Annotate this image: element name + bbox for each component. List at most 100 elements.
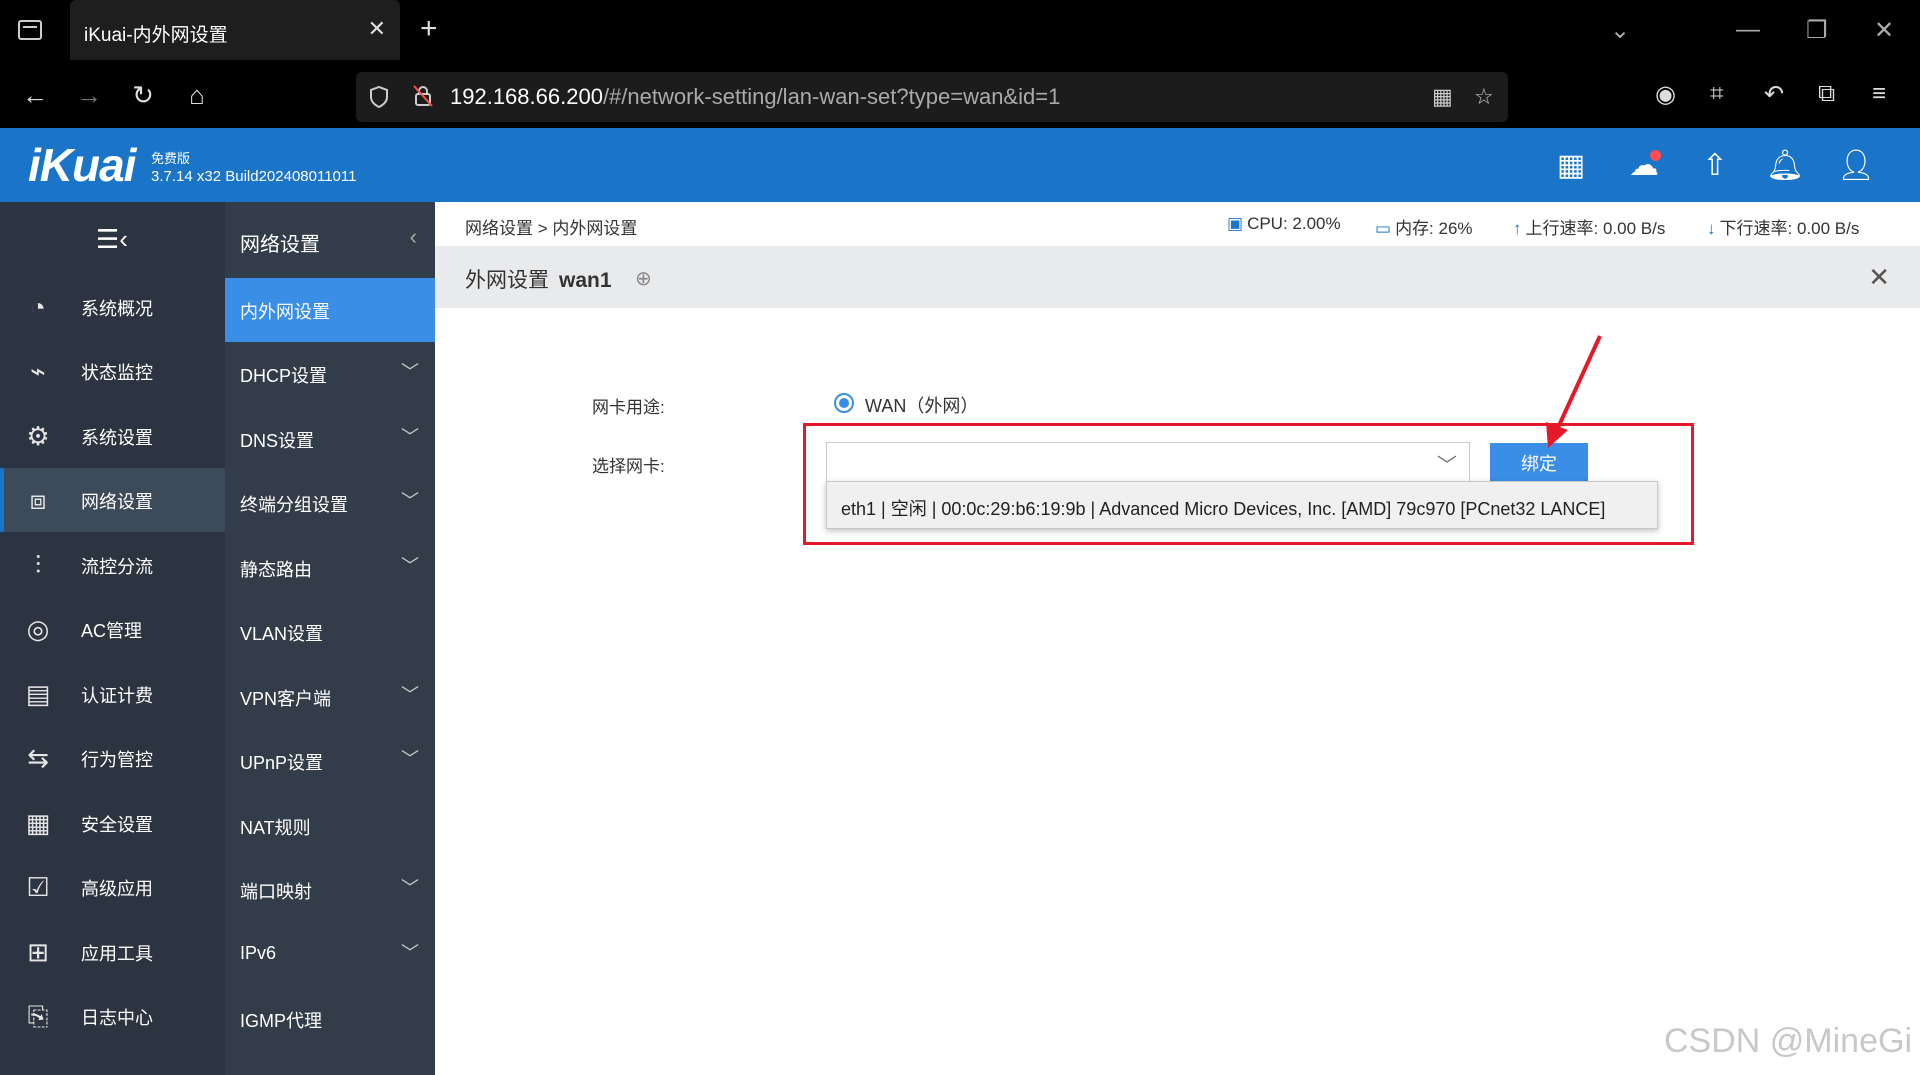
reload-icon[interactable]: ↻ bbox=[126, 80, 160, 111]
annotation-arrow bbox=[1546, 335, 1602, 448]
url-host: 192.168.66.200 bbox=[450, 84, 603, 109]
panel-title-bar: 外网设置 wan1 ⊕ ✕ bbox=[435, 246, 1920, 308]
sidebar-item-flow-control[interactable]: ⫶ 流控分流 bbox=[0, 533, 225, 597]
shield-icon[interactable] bbox=[368, 85, 390, 109]
panel-title-text: 外网设置 bbox=[465, 269, 549, 292]
insecure-lock-icon[interactable] bbox=[412, 84, 434, 108]
sidebar-item-security[interactable]: ▦ 安全设置 bbox=[0, 791, 225, 855]
wan-radio-label[interactable]: WAN（外网） bbox=[865, 392, 978, 418]
submenu-item-dhcp[interactable]: DHCP设置 ﹀ bbox=[225, 342, 435, 406]
menu-icon[interactable]: ≡ bbox=[1872, 80, 1886, 108]
memory-value: 内存: 26% bbox=[1395, 219, 1473, 238]
submenu-label: DNS设置 bbox=[240, 431, 315, 451]
firewall-icon: ▦ bbox=[25, 808, 51, 838]
secondary-sidebar: 网络设置 ‹ 内外网设置 DHCP设置 ﹀ DNS设置 ﹀ 终端分组设置 ﹀ 静… bbox=[225, 202, 435, 1075]
close-window-icon[interactable]: ✕ bbox=[1874, 16, 1894, 45]
primary-sidebar: ☰‹ ◔ 系统概况 ⌁ 状态监控 ⚙ 系统设置 ⧈ 网络设置 ⫶ 流控分流 ◎ … bbox=[0, 202, 225, 1075]
chevron-down-icon: ﹀ bbox=[401, 685, 419, 705]
memory-icon: ▭ bbox=[1375, 219, 1392, 238]
tab-list-icon[interactable] bbox=[18, 20, 42, 40]
chevron-down-icon: ﹀ bbox=[401, 427, 419, 447]
submenu-item-upnp[interactable]: UPnP设置 ﹀ bbox=[225, 729, 435, 793]
submenu-item-terminal-group[interactable]: 终端分组设置 ﹀ bbox=[225, 471, 435, 535]
submenu-label: VPN客户端 bbox=[240, 689, 332, 709]
back-icon[interactable]: ← bbox=[18, 80, 52, 111]
dashboard-icon: ◔ bbox=[30, 292, 46, 322]
add-circle-icon[interactable]: ⊕ bbox=[635, 266, 652, 291]
version-label: 3.7.14 x32 Build202408011011 bbox=[151, 168, 357, 185]
tab-overflow-icon[interactable]: ⌄ bbox=[1610, 16, 1630, 45]
submenu-item-static-route[interactable]: 静态路由 ﹀ bbox=[225, 536, 435, 600]
url-bar[interactable]: 192.168.66.200/#/network-setting/lan-wan… bbox=[356, 72, 1508, 122]
chevron-left-icon[interactable]: ‹ bbox=[410, 224, 417, 250]
id-card-icon: ▤ bbox=[25, 679, 51, 709]
sidebar-item-network-settings[interactable]: ⧈ 网络设置 bbox=[0, 468, 225, 532]
sidebar-item-monitor[interactable]: ⌁ 状态监控 bbox=[0, 339, 225, 403]
close-panel-icon[interactable]: ✕ bbox=[1868, 262, 1890, 293]
extensions-icon[interactable]: ⧉ bbox=[1818, 80, 1835, 108]
check-window-icon: ☑ bbox=[26, 872, 50, 902]
sidebar-item-ac-management[interactable]: ◎ AC管理 bbox=[0, 597, 225, 661]
apps-icon: ⊞ bbox=[27, 937, 49, 967]
browser-tab[interactable]: iKuai-内外网设置 ✕ bbox=[70, 0, 400, 60]
wan-radio[interactable] bbox=[834, 393, 854, 413]
new-tab-button[interactable]: + bbox=[420, 12, 438, 46]
sidebar-item-logs[interactable]: ⎘ 日志中心 bbox=[0, 984, 225, 1048]
bookmark-star-icon[interactable]: ☆ bbox=[1474, 84, 1494, 110]
url-text[interactable]: 192.168.66.200/#/network-setting/lan-wan… bbox=[450, 84, 1060, 110]
sidebar-item-label: 流控分流 bbox=[81, 557, 153, 577]
secondary-sidebar-header[interactable]: 网络设置 ‹ bbox=[225, 202, 435, 278]
submenu-item-nat[interactable]: NAT规则 bbox=[225, 794, 435, 858]
sidebar-item-label: 认证计费 bbox=[81, 686, 153, 706]
gear-icon: ⚙ bbox=[26, 421, 50, 451]
undo-icon[interactable]: ↶ bbox=[1764, 80, 1784, 109]
extension-avatar-icon[interactable]: ◉ bbox=[1655, 80, 1676, 109]
breadcrumb-bar: 网络设置 > 内外网设置 ▣ CPU: 2.00% ▭ 内存: 26% ↑ 上行速率:… bbox=[435, 202, 1920, 246]
forward-icon[interactable]: → bbox=[72, 80, 106, 111]
bell-icon[interactable]: 🔔︎ bbox=[1766, 148, 1804, 183]
chevron-down-icon: ﹀ bbox=[401, 943, 419, 963]
submenu-label: VLAN设置 bbox=[240, 624, 324, 644]
download-stat: ↓ 下行速率: 0.00 B/s bbox=[1707, 214, 1859, 239]
tab-close-icon[interactable]: ✕ bbox=[368, 16, 386, 42]
chevron-down-icon: ﹀ bbox=[401, 362, 419, 382]
submenu-item-igmp[interactable]: IGMP代理 bbox=[225, 987, 435, 1051]
sidebar-item-overview[interactable]: ◔ 系统概况 bbox=[0, 275, 225, 339]
sidebar-item-label: 系统概况 bbox=[81, 299, 153, 319]
sidebar-item-tools[interactable]: ⊞ 应用工具 bbox=[0, 920, 225, 984]
restore-icon[interactable]: ❐ bbox=[1806, 16, 1828, 45]
browser-nav-bar: ← → ↻ ⌂ 192.168.66.200/#/network-setting… bbox=[0, 66, 1920, 128]
submenu-item-ipv6[interactable]: IPv6 ﹀ bbox=[225, 923, 435, 987]
upgrade-icon[interactable]: ⇧ bbox=[1697, 148, 1733, 183]
minimize-icon[interactable]: — bbox=[1736, 16, 1760, 44]
sidebar-item-auth-billing[interactable]: ▤ 认证计费 bbox=[0, 662, 225, 726]
cpu-value: CPU: 2.00% bbox=[1247, 214, 1341, 233]
panel-title: 外网设置 wan1 bbox=[465, 264, 612, 294]
breadcrumb: 网络设置 > 内外网设置 bbox=[465, 219, 638, 238]
apps-grid-icon[interactable]: ▦ bbox=[1553, 148, 1589, 183]
sidebar-item-label: 系统设置 bbox=[81, 428, 153, 448]
submenu-label: 端口映射 bbox=[240, 882, 312, 902]
qr-code-icon[interactable]: ▦ bbox=[1432, 84, 1453, 110]
collapse-menu-icon[interactable]: ☰‹ bbox=[96, 224, 128, 255]
download-value: 下行速率: 0.00 B/s bbox=[1719, 219, 1860, 238]
submenu-item-lan-wan[interactable]: 内外网设置 bbox=[225, 278, 435, 342]
submenu-item-vlan[interactable]: VLAN设置 bbox=[225, 600, 435, 664]
sidebar-item-system-settings[interactable]: ⚙ 系统设置 bbox=[0, 404, 225, 468]
user-icon[interactable]: 👤︎ bbox=[1837, 148, 1875, 183]
crop-icon[interactable]: ⌗ bbox=[1710, 80, 1724, 108]
submenu-item-dns[interactable]: DNS设置 ﹀ bbox=[225, 407, 435, 471]
submenu-label: NAT规则 bbox=[240, 818, 311, 838]
chevron-down-icon: ﹀ bbox=[401, 556, 419, 576]
upload-stat: ↑ 上行速率: 0.00 B/s bbox=[1513, 214, 1665, 239]
submenu-item-vpn-client[interactable]: VPN客户端 ﹀ bbox=[225, 665, 435, 729]
monitor-icon: ⌁ bbox=[30, 356, 46, 386]
submenu-item-port-mapping[interactable]: 端口映射 ﹀ bbox=[225, 858, 435, 922]
sidebar-item-advanced[interactable]: ☑ 高级应用 bbox=[0, 855, 225, 919]
nic-usage-label: 网卡用途: bbox=[592, 398, 665, 417]
sidebar-item-label: 安全设置 bbox=[81, 815, 153, 835]
select-nic-label: 选择网卡: bbox=[592, 457, 665, 476]
ikuai-logo: iKuai bbox=[28, 139, 136, 191]
home-icon[interactable]: ⌂ bbox=[180, 80, 214, 111]
sidebar-item-behavior-control[interactable]: ⇆ 行为管控 bbox=[0, 726, 225, 790]
